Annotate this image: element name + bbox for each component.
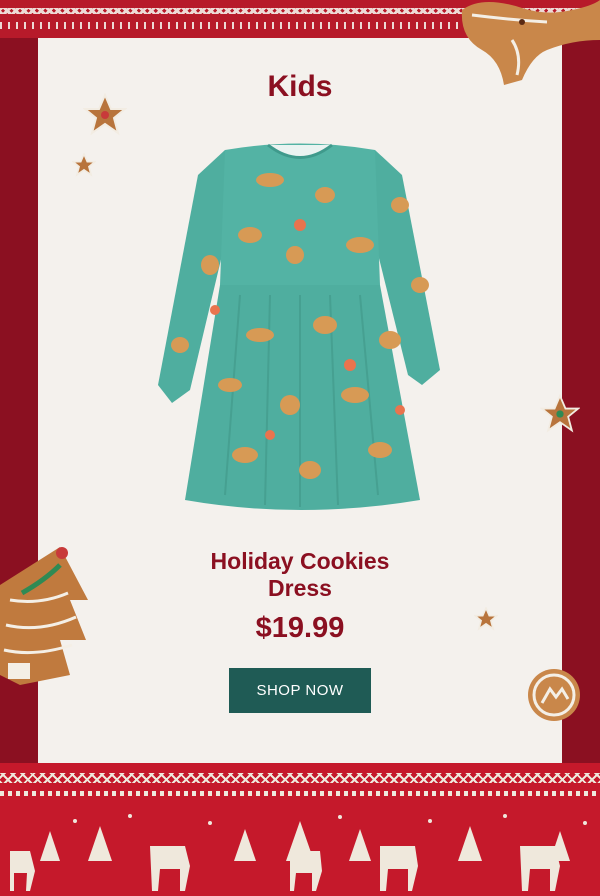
bottom-knit-border — [0, 763, 600, 896]
knit-pattern-row — [0, 791, 600, 796]
round-cookie-icon — [528, 669, 580, 721]
product-title-line: Dress — [268, 575, 332, 601]
reindeer-cookie-icon — [461, 0, 600, 85]
product-image[interactable] — [150, 135, 450, 515]
star-cookie-icon — [540, 394, 580, 433]
star-cookie-icon — [83, 93, 127, 136]
shop-now-button[interactable]: SHOP NOW — [229, 668, 371, 713]
knit-pattern-row — [0, 773, 600, 783]
product-title-line: Holiday Cookies — [210, 548, 390, 574]
star-cookie-icon — [72, 153, 96, 177]
product-price: $19.99 — [255, 612, 345, 644]
reindeer-pattern — [10, 814, 587, 891]
product-title[interactable]: Holiday Cookies Dress — [0, 548, 600, 602]
